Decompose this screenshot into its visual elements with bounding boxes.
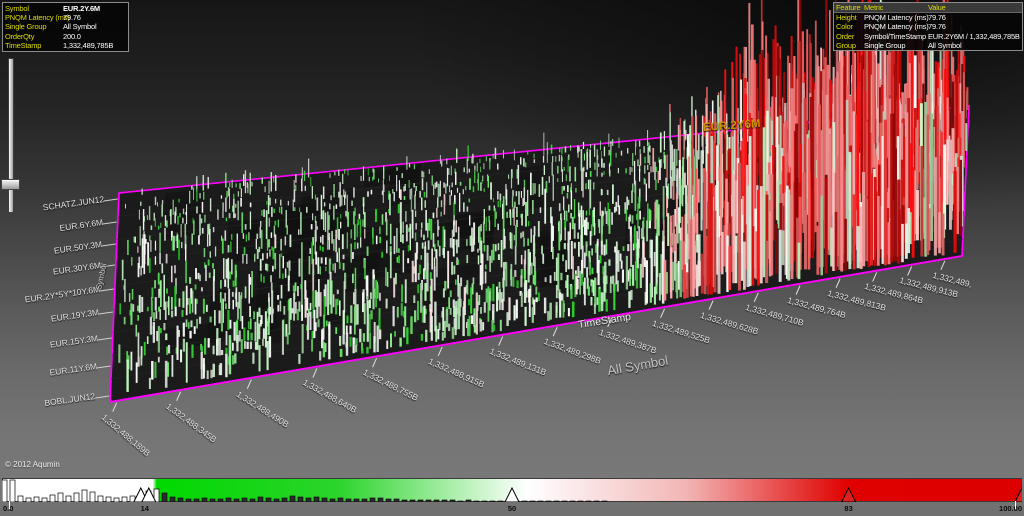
scale-right-tick <box>1015 501 1016 509</box>
feature-table-row: HeightPNQM Latency (ms)79.76 <box>834 13 1022 22</box>
info-row: PNQM Latency (ms)79.76 <box>5 13 126 22</box>
color-scale-histogram[interactable] <box>2 478 1022 502</box>
scale-marker-label: 14 <box>135 504 155 513</box>
3d-latency-landscape-viewport[interactable] <box>0 0 1024 516</box>
zoom-slider-handle[interactable] <box>1 179 20 190</box>
info-row: Single GroupAll Symbol <box>5 22 126 31</box>
feature-table-row: GroupSingle GroupAll Symbol <box>834 41 1022 50</box>
info-row: TimeStamp1,332,489,785B <box>5 41 126 50</box>
scale-marker-label: 83 <box>839 504 859 513</box>
feature-mapping-panel: FeatureMetricValueHeightPNQM Latency (ms… <box>833 2 1023 51</box>
feature-table-row: OrderSymbol/TimeStampEUR.2Y6M / 1,332,48… <box>834 32 1022 41</box>
scale-max-label: 100.00 <box>999 504 1022 513</box>
app-window: 1,332,488,189B1,332,488,345B1,332,488,49… <box>0 0 1024 516</box>
feature-table-row: ColorPNQM Latency (ms)79.76 <box>834 22 1022 31</box>
scale-marker-83[interactable] <box>842 488 856 502</box>
scale-marker-50[interactable] <box>505 488 519 502</box>
info-row: SymbolEUR.2Y.6M <box>5 4 126 13</box>
feature-table-header: FeatureMetricValue <box>834 3 1022 13</box>
scale-marker-label: 50 <box>502 504 522 513</box>
info-row: OrderQty200.0 <box>5 32 126 41</box>
selection-info-panel: SymbolEUR.2Y.6MPNQM Latency (ms)79.76Sin… <box>2 2 129 52</box>
copyright-text: © 2012 Aqumin <box>5 460 60 469</box>
scale-left-tick <box>9 501 10 509</box>
scale-marker-100[interactable] <box>1015 488 1022 502</box>
